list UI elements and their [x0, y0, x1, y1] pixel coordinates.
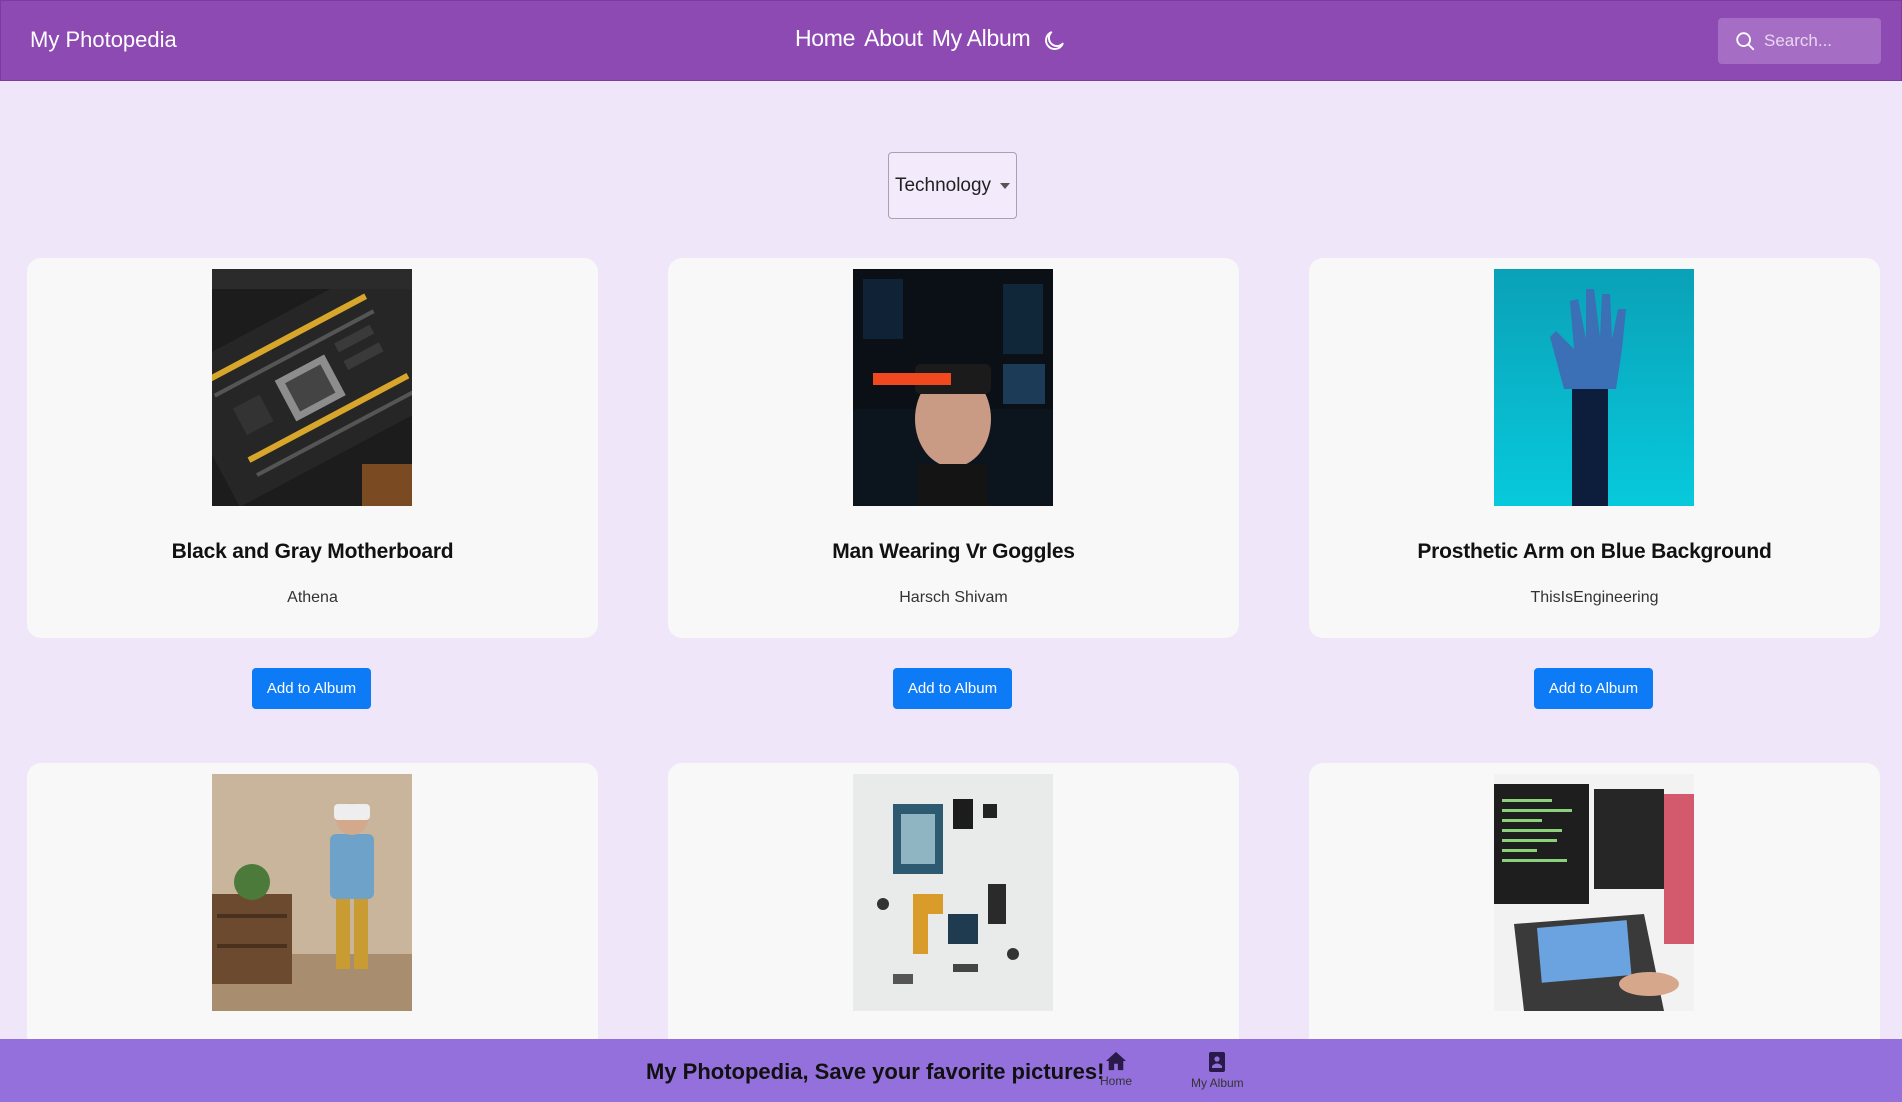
footer-home-label: Home — [1100, 1074, 1133, 1088]
home-icon — [1106, 1051, 1126, 1071]
card-title: Man Wearing Vr Goggles — [832, 540, 1075, 563]
photo-card — [668, 763, 1239, 1063]
card-image-vr-goggles[interactable] — [853, 269, 1053, 506]
bottom-bar: My Photopedia, Save your favorite pictur… — [0, 1039, 1902, 1102]
add-to-album-button[interactable]: Add to Album — [1534, 668, 1653, 709]
card-image-phone-parts[interactable] — [853, 774, 1053, 1011]
footer-my-album-button[interactable]: My Album — [1191, 1051, 1244, 1090]
footer-my-album-label: My Album — [1191, 1076, 1244, 1090]
card-title: Prosthetic Arm on Blue Background — [1417, 540, 1772, 563]
nav-link-home[interactable]: Home — [795, 25, 855, 52]
top-navbar: My Photopedia Home About My Album — [0, 0, 1902, 81]
search-box — [1718, 18, 1881, 64]
footer-home-button[interactable]: Home — [1100, 1051, 1132, 1088]
nav-link-my-album[interactable]: My Album — [932, 25, 1031, 52]
add-to-album-button[interactable]: Add to Album — [252, 668, 371, 709]
card-title: Black and Gray Motherboard — [171, 540, 454, 563]
caret-down-icon — [1000, 182, 1011, 189]
nav-link-about[interactable]: About — [864, 25, 923, 52]
photo-card: Man Wearing Vr Goggles Harsch Shivam — [668, 258, 1239, 638]
card-author: Athena — [287, 589, 338, 606]
card-author: Harsch Shivam — [899, 589, 1008, 606]
category-dropdown[interactable]: Technology — [888, 152, 1017, 219]
card-image-prosthetic-arm[interactable] — [1494, 269, 1694, 506]
photo-card: Black and Gray Motherboard Athena — [27, 258, 598, 638]
category-selected-label: Technology — [894, 174, 992, 196]
photo-card — [27, 763, 598, 1063]
card-author: ThisIsEngineering — [1530, 589, 1659, 606]
search-icon — [1736, 32, 1755, 51]
photo-card: Prosthetic Arm on Blue Background ThisIs… — [1309, 258, 1880, 638]
footer-tagline: My Photopedia, Save your favorite pictur… — [646, 1059, 1105, 1084]
moon-icon[interactable] — [1041, 28, 1067, 54]
brand-logo[interactable]: My Photopedia — [30, 27, 177, 53]
search-input[interactable] — [1764, 31, 1874, 51]
add-to-album-button[interactable]: Add to Album — [893, 668, 1012, 709]
album-icon — [1209, 1052, 1226, 1072]
card-image-motherboard[interactable] — [212, 269, 412, 506]
nav-links: Home About My Album — [795, 25, 1031, 52]
photo-card — [1309, 763, 1880, 1063]
card-image-programmer-laptop[interactable] — [1494, 774, 1694, 1011]
card-image-kid-vr[interactable] — [212, 774, 412, 1011]
